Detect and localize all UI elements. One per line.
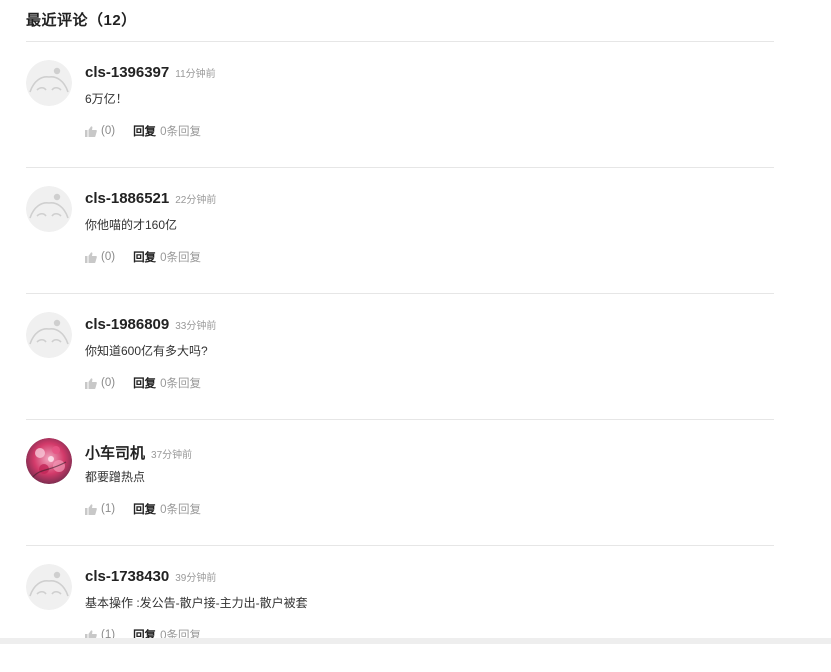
- thumbs-up-icon: [85, 377, 97, 389]
- like-count: (0): [101, 377, 116, 389]
- like-button[interactable]: (0): [85, 377, 115, 389]
- thumbs-up-icon: [85, 251, 97, 263]
- reply-button[interactable]: 回复: [133, 249, 156, 265]
- comment-item: 小车司机 37分钟前 都要蹭热点 (1) 回复 0条回复: [26, 420, 774, 546]
- default-avatar-icon: [26, 564, 72, 610]
- thumbs-up-icon: [85, 125, 97, 137]
- comment-text: 6万亿！: [85, 92, 128, 106]
- comment-time: 39分钟前: [175, 573, 217, 584]
- avatar[interactable]: [26, 438, 72, 484]
- avatar[interactable]: [26, 312, 72, 358]
- comment-username[interactable]: cls-1738430 39分钟前: [85, 568, 216, 585]
- like-count: (1): [101, 503, 116, 515]
- comment-text: 都要蹭热点: [85, 470, 146, 484]
- like-button[interactable]: (0): [85, 251, 115, 263]
- reply-button[interactable]: 回复: [133, 501, 156, 517]
- comment-actions: (0) 回复 0条回复: [85, 375, 201, 391]
- avatar[interactable]: [26, 564, 72, 610]
- comment-username[interactable]: 小车司机 37分钟前: [85, 442, 192, 463]
- default-avatar-icon: [26, 312, 72, 358]
- comment-item: cls-1986809 33分钟前 你知道600亿有多大吗? (0) 回复 0条回…: [26, 294, 774, 420]
- comment-actions: (0) 回复 0条回复: [85, 123, 201, 139]
- comment-time: 22分钟前: [175, 195, 217, 206]
- bottom-bar: [0, 638, 831, 644]
- comment-time: 11分钟前: [175, 69, 216, 80]
- reply-button[interactable]: 回复: [133, 123, 156, 139]
- like-count: (0): [101, 125, 116, 137]
- comment-actions: (0) 回复 0条回复: [85, 249, 201, 265]
- reply-button[interactable]: 回复: [133, 375, 156, 391]
- section-title: 最近评论（12）: [26, 12, 137, 29]
- reply-count-link[interactable]: 0条回复: [160, 123, 201, 139]
- comment-item: cls-1886521 22分钟前 你他喵的才160亿 (0) 回复 0条回复: [26, 168, 774, 294]
- comment-text: 你知道600亿有多大吗?: [85, 344, 208, 358]
- comment-username[interactable]: cls-1396397 11分钟前: [85, 64, 216, 81]
- like-button[interactable]: (1): [85, 503, 115, 515]
- thumbs-up-icon: [85, 503, 97, 515]
- comment-username[interactable]: cls-1986809 33分钟前: [85, 316, 216, 333]
- comment-username[interactable]: cls-1886521 22分钟前: [85, 190, 216, 207]
- like-button[interactable]: (0): [85, 125, 115, 137]
- default-avatar-icon: [26, 60, 72, 106]
- reply-count-link[interactable]: 0条回复: [160, 501, 201, 517]
- avatar[interactable]: [26, 186, 72, 232]
- comment-actions: (1) 回复 0条回复: [85, 501, 201, 517]
- reply-count-link[interactable]: 0条回复: [160, 249, 201, 265]
- photo-avatar-icon: [26, 438, 72, 484]
- comment-time: 37分钟前: [151, 450, 193, 461]
- comment-text: 基本操作 :发公告-散户接-主力出-散户被套: [85, 596, 308, 610]
- comment-item: cls-1396397 11分钟前 6万亿！ (0) 回复 0条回复: [26, 42, 774, 168]
- like-count: (0): [101, 251, 116, 263]
- comment-item: cls-1738430 39分钟前 基本操作 :发公告-散户接-主力出-散户被套 …: [26, 546, 774, 672]
- reply-count-link[interactable]: 0条回复: [160, 375, 201, 391]
- default-avatar-icon: [26, 186, 72, 232]
- comment-text: 你他喵的才160亿: [85, 218, 178, 232]
- avatar[interactable]: [26, 60, 72, 106]
- comment-time: 33分钟前: [175, 321, 217, 332]
